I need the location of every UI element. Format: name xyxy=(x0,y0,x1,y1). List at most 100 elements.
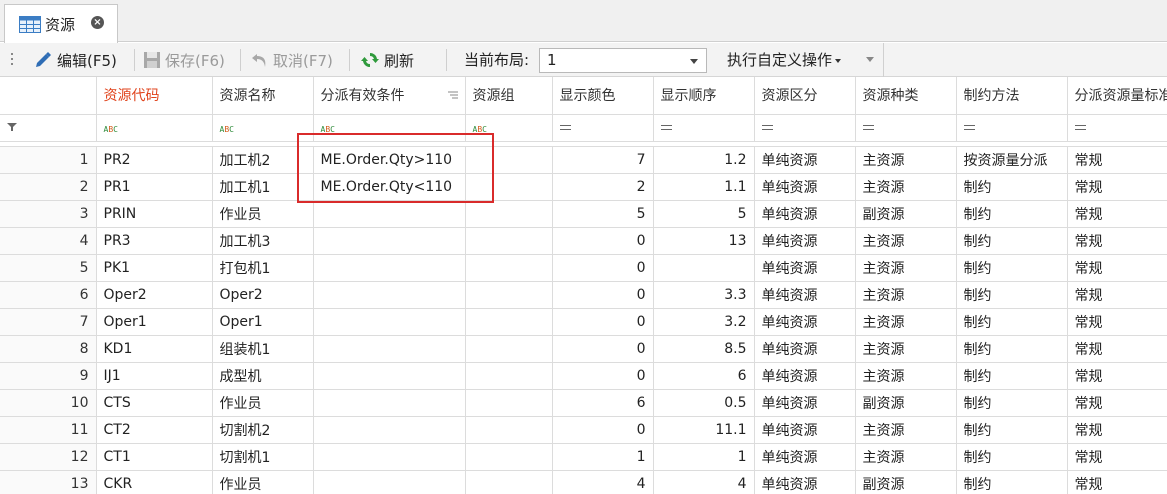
column-header[interactable]: 资源种类 xyxy=(855,77,957,115)
table-cell[interactable]: 主资源 xyxy=(855,308,957,336)
table-cell[interactable]: 5 xyxy=(653,200,755,228)
table-cell[interactable]: 制约 xyxy=(956,389,1068,417)
table-cell[interactable]: 单纯资源 xyxy=(754,416,856,444)
table-cell[interactable]: 制约 xyxy=(956,335,1068,363)
table-cell[interactable] xyxy=(465,389,553,417)
filter-cell[interactable] xyxy=(653,114,755,142)
table-cell[interactable]: 单纯资源 xyxy=(754,362,856,390)
custom-operations-menu[interactable]: 执行自定义操作 xyxy=(727,43,842,77)
column-header[interactable]: 制约方法 xyxy=(956,77,1068,115)
table-row[interactable]: 11 CT2 切割机2 0 11.1 单纯资源 主资源 制约 常规 xyxy=(0,416,1167,444)
table-cell[interactable]: 单纯资源 xyxy=(754,173,856,201)
table-cell[interactable]: 切割机2 xyxy=(212,416,314,444)
table-cell[interactable]: 成型机 xyxy=(212,362,314,390)
filter-cell[interactable] xyxy=(855,114,957,142)
table-cell[interactable]: 0 xyxy=(552,254,654,282)
table-cell[interactable]: 0 xyxy=(552,416,654,444)
table-cell[interactable]: PR1 xyxy=(96,173,213,201)
table-cell[interactable] xyxy=(653,254,755,282)
table-cell[interactable] xyxy=(465,416,553,444)
table-cell[interactable]: 组装机1 xyxy=(212,335,314,363)
table-cell[interactable]: 0 xyxy=(552,281,654,309)
table-cell[interactable]: 打包机1 xyxy=(212,254,314,282)
column-header[interactable]: 资源组 xyxy=(465,77,553,115)
table-cell[interactable]: 主资源 xyxy=(855,281,957,309)
refresh-button[interactable]: 刷新 xyxy=(360,43,414,77)
toolbar-grip-icon[interactable] xyxy=(11,53,14,67)
table-cell[interactable]: 副资源 xyxy=(855,389,957,417)
table-cell[interactable]: 4 xyxy=(653,470,755,494)
table-cell[interactable] xyxy=(313,308,466,336)
table-cell[interactable]: 1 xyxy=(552,443,654,471)
table-cell[interactable]: 加工机2 xyxy=(212,146,314,174)
table-cell[interactable]: 主资源 xyxy=(855,335,957,363)
table-cell[interactable]: 单纯资源 xyxy=(754,281,856,309)
column-header[interactable]: 显示顺序 xyxy=(653,77,755,115)
table-cell[interactable] xyxy=(465,308,553,336)
table-cell[interactable] xyxy=(465,173,553,201)
filter-cell[interactable]: ABC xyxy=(96,114,213,142)
table-cell[interactable] xyxy=(313,443,466,471)
table-cell[interactable]: PRIN xyxy=(96,200,213,228)
table-cell[interactable]: 单纯资源 xyxy=(754,308,856,336)
table-row[interactable]: 8 KD1 组装机1 0 8.5 单纯资源 主资源 制约 常规 xyxy=(0,335,1167,363)
table-cell[interactable]: 主资源 xyxy=(855,227,957,255)
table-cell[interactable] xyxy=(313,200,466,228)
table-cell[interactable]: 常规 xyxy=(1067,146,1167,174)
table-cell[interactable]: 1.2 xyxy=(653,146,755,174)
close-icon[interactable]: × xyxy=(91,16,104,29)
table-cell[interactable]: PR3 xyxy=(96,227,213,255)
table-cell[interactable]: 6 xyxy=(552,389,654,417)
cancel-button[interactable]: 取消(F7) xyxy=(251,43,333,77)
layout-select[interactable]: 1 xyxy=(539,48,707,73)
filter-cell[interactable] xyxy=(552,114,654,142)
table-cell[interactable]: 作业员 xyxy=(212,470,314,494)
table-cell[interactable]: CKR xyxy=(96,470,213,494)
table-cell[interactable]: 常规 xyxy=(1067,416,1167,444)
table-row[interactable]: 5 PK1 打包机1 0 单纯资源 主资源 制约 常规 xyxy=(0,254,1167,282)
edit-button[interactable]: 编辑(F5) xyxy=(33,43,117,77)
table-cell[interactable] xyxy=(465,200,553,228)
table-cell[interactable] xyxy=(465,254,553,282)
table-cell[interactable]: 常规 xyxy=(1067,443,1167,471)
table-cell[interactable]: 13 xyxy=(653,227,755,255)
table-cell[interactable]: 制约 xyxy=(956,470,1068,494)
table-cell[interactable]: 2 xyxy=(552,173,654,201)
table-cell[interactable] xyxy=(313,470,466,494)
table-row[interactable]: 13 CKR 作业员 4 4 单纯资源 副资源 制约 常规 xyxy=(0,470,1167,494)
table-cell[interactable]: 单纯资源 xyxy=(754,335,856,363)
table-cell[interactable]: 单纯资源 xyxy=(754,389,856,417)
table-cell[interactable]: CT2 xyxy=(96,416,213,444)
table-cell[interactable]: 1 xyxy=(653,443,755,471)
table-cell[interactable]: 常规 xyxy=(1067,200,1167,228)
table-cell[interactable]: ME.Order.Qty<110 xyxy=(313,173,466,201)
table-cell[interactable]: 常规 xyxy=(1067,173,1167,201)
table-cell[interactable] xyxy=(313,362,466,390)
table-row[interactable]: 6 Oper2 Oper2 0 3.3 单纯资源 主资源 制约 常规 xyxy=(0,281,1167,309)
column-header[interactable]: 显示颜色 xyxy=(552,77,654,115)
table-cell[interactable]: 单纯资源 xyxy=(754,443,856,471)
table-cell[interactable]: 4 xyxy=(552,470,654,494)
table-cell[interactable]: 主资源 xyxy=(855,146,957,174)
table-cell[interactable]: 按资源量分派 xyxy=(956,146,1068,174)
table-cell[interactable]: 制约 xyxy=(956,254,1068,282)
table-row[interactable]: 9 IJ1 成型机 0 6 单纯资源 主资源 制约 常规 xyxy=(0,362,1167,390)
table-cell[interactable]: 切割机1 xyxy=(212,443,314,471)
table-cell[interactable]: 单纯资源 xyxy=(754,227,856,255)
table-cell[interactable]: 加工机1 xyxy=(212,173,314,201)
column-header[interactable]: 资源名称 xyxy=(212,77,314,115)
table-cell[interactable]: 常规 xyxy=(1067,227,1167,255)
table-cell[interactable]: 1.1 xyxy=(653,173,755,201)
table-cell[interactable]: 加工机3 xyxy=(212,227,314,255)
table-cell[interactable] xyxy=(465,146,553,174)
table-cell[interactable]: 常规 xyxy=(1067,281,1167,309)
table-cell[interactable]: 制约 xyxy=(956,227,1068,255)
table-cell[interactable]: 0 xyxy=(552,335,654,363)
filter-cell[interactable]: ABC xyxy=(465,114,553,142)
table-cell[interactable]: 副资源 xyxy=(855,470,957,494)
table-cell[interactable]: 单纯资源 xyxy=(754,146,856,174)
table-cell[interactable]: 主资源 xyxy=(855,362,957,390)
table-cell[interactable]: 0 xyxy=(552,227,654,255)
table-row[interactable]: 10 CTS 作业员 6 0.5 单纯资源 副资源 制约 常规 xyxy=(0,389,1167,417)
toolbar-overflow-icon[interactable] xyxy=(866,57,874,62)
